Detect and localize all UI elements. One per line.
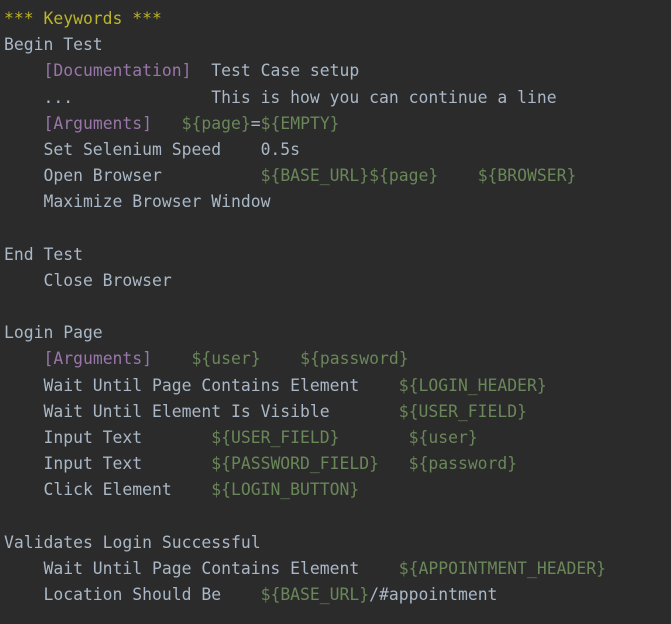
code-token: Login Page [4, 323, 103, 343]
code-token: End Test [4, 244, 83, 264]
variable-token: ${APPOINTMENT_HEADER} [398, 558, 606, 578]
code-token: Wait Until Page Contains Element [4, 375, 399, 395]
variable-token: ${LOGIN_HEADER} [398, 375, 547, 395]
variable-token: ${BASE_URL}${page} [260, 166, 439, 186]
code-token: Wait Until Page Contains Element [4, 558, 399, 578]
variable-token: ${BASE_URL} [260, 585, 370, 605]
section-header-token: *** Keywords *** [4, 9, 162, 28]
code-token: Open Browser [4, 166, 261, 186]
code-line[interactable]: Click Element ${LOGIN_BUTTON} [4, 477, 664, 503]
code-token: Input Text [4, 454, 212, 474]
setting-token: [Arguments] [43, 113, 153, 133]
code-line[interactable]: ... This is how you can continue a line [4, 85, 664, 111]
variable-token: ${user} [408, 428, 478, 447]
code-line[interactable]: Close Browser [4, 268, 664, 294]
code-token: /#appointment [369, 585, 498, 605]
code-token: Location Should Be [4, 585, 261, 605]
code-token: = [250, 113, 261, 133]
code-line[interactable]: [Arguments] ${user} ${password} [4, 346, 664, 372]
code-line[interactable]: Location Should Be ${BASE_URL}/#appointm… [4, 582, 664, 608]
code-line[interactable]: [Documentation] Test Case setup [4, 58, 664, 84]
code-token: Wait Until Element Is Visible [4, 401, 399, 421]
code-line[interactable]: Validates Login Successful [4, 530, 664, 556]
code-line[interactable]: End Test [4, 242, 664, 268]
variable-token: ${password} [300, 349, 409, 369]
variable-token: ${LOGIN_BUTTON} [211, 480, 360, 500]
variable-token: ${password} [408, 454, 518, 474]
code-token: Click Element [4, 480, 212, 500]
code-line[interactable]: Wait Until Element Is Visible ${USER_FIE… [4, 399, 664, 425]
variable-token: ${USER_FIELD} [211, 428, 340, 447]
code-line[interactable]: Open Browser ${BASE_URL}${page} ${BROWSE… [4, 163, 664, 189]
code-line[interactable] [4, 504, 664, 530]
code-line[interactable] [4, 216, 664, 242]
code-token: Close Browser [4, 270, 172, 290]
code-line[interactable]: Begin Test [4, 32, 664, 58]
variable-token: ${user} [191, 349, 261, 369]
code-line[interactable]: Input Text ${USER_FIELD} ${user} [4, 425, 664, 451]
code-token: ... This is how you can continue a line [4, 87, 557, 107]
setting-token: [Documentation] [43, 61, 192, 81]
code-token: Input Text [4, 428, 212, 447]
code-token: Test Case setup [191, 61, 360, 81]
variable-token: ${PASSWORD_FIELD} [211, 454, 379, 474]
code-token: Maximize Browser Window [4, 192, 271, 212]
setting-token: [Arguments] [43, 349, 153, 369]
code-line[interactable] [4, 294, 664, 320]
code-line[interactable]: Input Text ${PASSWORD_FIELD} ${password} [4, 451, 664, 477]
code-line[interactable]: Login Page [4, 320, 664, 346]
code-token: Validates Login Successful [4, 532, 261, 552]
variable-token: ${page} [181, 113, 251, 133]
code-token: Begin Test [4, 35, 103, 55]
code-editor[interactable]: *** Keywords *** Begin Test [Documentatio… [4, 6, 664, 608]
code-line[interactable]: Set Selenium Speed 0.5s [4, 137, 664, 163]
code-line[interactable]: Wait Until Page Contains Element ${APPOI… [4, 556, 664, 582]
code-line[interactable]: *** Keywords *** [4, 6, 664, 32]
variable-token: ${BROWSER} [477, 166, 577, 186]
variable-token: ${EMPTY} [260, 113, 340, 133]
code-line[interactable]: Maximize Browser Window [4, 189, 664, 215]
code-line[interactable]: [Arguments] ${page}=${EMPTY} [4, 111, 664, 137]
code-line[interactable]: Wait Until Page Contains Element ${LOGIN… [4, 373, 664, 399]
code-token: Set Selenium Speed 0.5s [4, 139, 301, 159]
variable-token: ${USER_FIELD} [398, 401, 528, 421]
